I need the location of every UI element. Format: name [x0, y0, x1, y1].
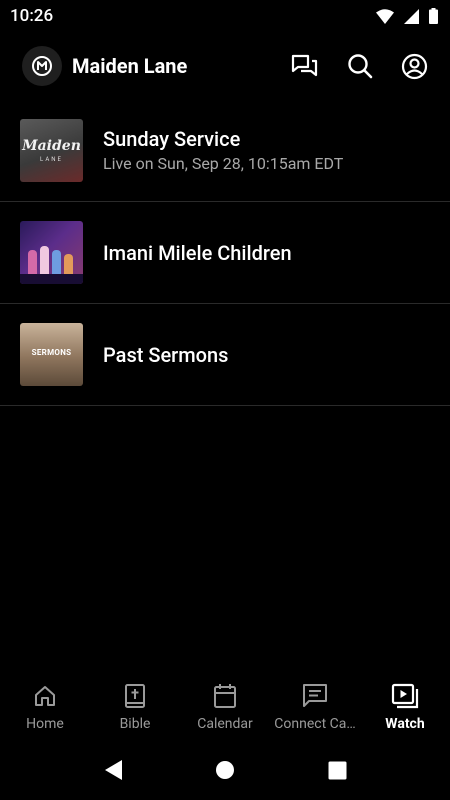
status-bar: 10:26 — [0, 0, 450, 32]
list-item-past-sermons[interactable]: SERMONS Past Sermons — [0, 304, 450, 406]
account-icon — [401, 53, 428, 79]
cell-signal-icon — [404, 8, 419, 24]
list-item-title: Sunday Service — [103, 127, 241, 151]
sunday-service-thumbnail: Maiden LANE — [20, 119, 83, 182]
wifi-icon — [376, 8, 394, 24]
connect-card-icon — [302, 682, 328, 710]
nav-label: Watch — [385, 716, 425, 732]
imani-milele-thumbnail — [20, 221, 83, 284]
list-item-subtitle: Live on Sun, Sep 28, 10:15am EDT — [103, 154, 344, 173]
search-button[interactable] — [346, 53, 373, 80]
back-triangle-icon — [105, 760, 122, 780]
messages-button[interactable] — [291, 53, 318, 80]
watch-icon — [391, 682, 419, 710]
home-system-button[interactable] — [169, 760, 281, 780]
maiden-lane-logo-icon — [32, 56, 52, 76]
system-nav-bar — [0, 740, 450, 800]
thumbnail-sermons-text: SERMONS — [31, 348, 72, 357]
nav-label: Calendar — [197, 716, 253, 732]
nav-item-calendar[interactable]: Calendar — [180, 672, 270, 740]
list-item-title: Past Sermons — [103, 342, 229, 367]
profile-button[interactable] — [401, 53, 428, 80]
header-actions — [291, 53, 428, 80]
org-logo[interactable] — [22, 46, 62, 86]
nav-label: Connect Ca… — [274, 716, 356, 732]
back-button[interactable] — [57, 759, 169, 781]
nav-item-bible[interactable]: Bible — [90, 672, 180, 740]
bottom-nav: Home Bible Calendar Connect Ca… Watch — [0, 672, 450, 740]
nav-label: Home — [26, 716, 64, 732]
nav-item-home[interactable]: Home — [0, 672, 90, 740]
battery-icon — [429, 8, 438, 24]
nav-label: Bible — [119, 716, 151, 732]
status-icons — [376, 8, 438, 24]
thumbnail-logo-subtext: LANE — [40, 156, 63, 163]
home-icon — [33, 682, 57, 710]
chat-icon — [291, 54, 318, 76]
list-item-imani-milele-children[interactable]: Imani Milele Children — [0, 202, 450, 304]
org-name: Maiden Lane — [72, 54, 188, 78]
search-icon — [347, 54, 372, 79]
bible-icon — [124, 682, 146, 710]
list-item-sunday-service[interactable]: Maiden LANE Sunday Service Live on Sun, … — [0, 100, 450, 202]
calendar-icon — [213, 682, 237, 710]
app-header: Maiden Lane — [0, 42, 450, 90]
nav-item-connect-card[interactable]: Connect Ca… — [270, 672, 360, 740]
recents-button[interactable] — [281, 761, 393, 780]
home-circle-icon — [216, 761, 234, 779]
recents-square-icon — [328, 761, 346, 779]
status-time: 10:26 — [10, 6, 54, 26]
past-sermons-thumbnail: SERMONS — [20, 323, 83, 386]
list-item-title: Imani Milele Children — [103, 240, 292, 265]
nav-item-watch[interactable]: Watch — [360, 672, 450, 740]
thumbnail-logo-text: Maiden — [22, 138, 81, 154]
watch-list: Maiden LANE Sunday Service Live on Sun, … — [0, 100, 450, 406]
